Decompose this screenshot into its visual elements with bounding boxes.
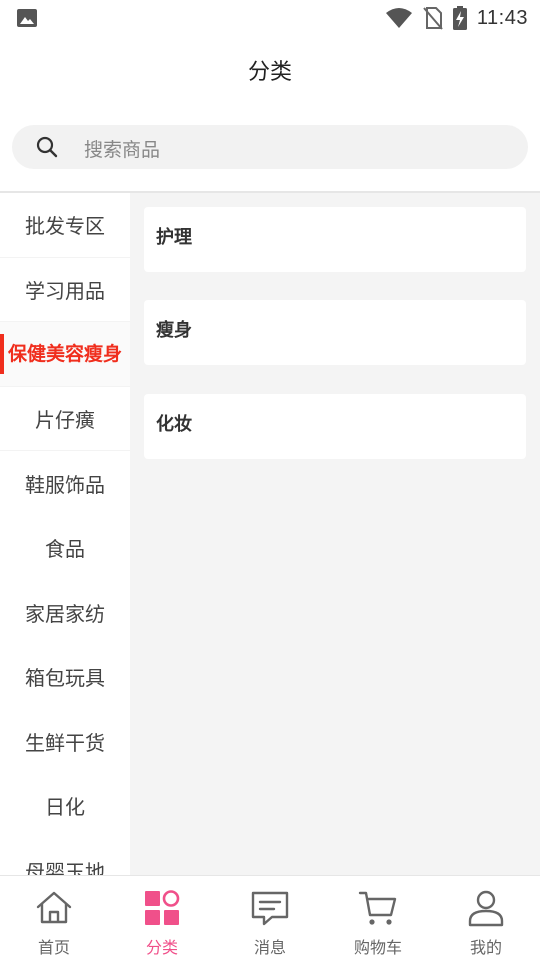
subcategory-label: 护理 (156, 227, 192, 248)
sidebar-item-wholesale[interactable]: 批发专区 (0, 193, 130, 258)
sidebar-item-fresh-dry-goods[interactable]: 生鲜干货 (0, 709, 130, 774)
subcategory-card-care[interactable]: 护理 (144, 207, 526, 272)
bottom-tab-bar: 首页 分类 消息 购物车 我的 (0, 875, 540, 960)
subcategory-label: 瘦身 (156, 320, 192, 341)
page-title: 分类 (247, 60, 292, 85)
wifi-icon (385, 8, 412, 28)
tab-messages-label: 消息 (253, 938, 286, 957)
tab-profile-label: 我的 (469, 938, 502, 957)
sidebar-item-apparel[interactable]: 鞋服饰品 (0, 451, 130, 516)
sidebar-item-bags-toys[interactable]: 箱包玩具 (0, 644, 130, 709)
status-time: 11:43 (476, 6, 528, 29)
subcategory-card-makeup[interactable]: 化妆 (144, 394, 526, 459)
cart-icon (358, 891, 397, 925)
tab-cart[interactable]: 购物车 (324, 876, 432, 960)
no-sim-icon (423, 7, 443, 30)
search-icon (36, 136, 58, 158)
tab-home[interactable]: 首页 (0, 876, 108, 960)
tab-cart-label: 购物车 (353, 938, 402, 957)
gallery-notification-icon (17, 9, 37, 27)
subcategory-label: 化妆 (156, 414, 192, 435)
tab-home-label: 首页 (37, 938, 70, 957)
tab-profile[interactable]: 我的 (432, 876, 540, 960)
category-icon (145, 890, 180, 925)
tab-category[interactable]: 分类 (108, 876, 216, 960)
category-sidebar[interactable]: 批发专区 学习用品 保健美容瘦身 片仔癀 鞋服饰品 食品 家居家纺 箱包玩具 生… (0, 193, 130, 875)
status-bar: 11:43 (0, 0, 540, 36)
sidebar-item-pianzaihuang[interactable]: 片仔癀 (0, 386, 130, 451)
tab-messages[interactable]: 消息 (216, 876, 324, 960)
sidebar-item-maternal-baby[interactable]: 母婴玉地 (0, 838, 130, 875)
sidebar-item-food[interactable]: 食品 (0, 515, 130, 580)
search-placeholder: 搜索商品 (84, 139, 161, 161)
message-icon (251, 891, 289, 926)
user-icon (468, 890, 504, 927)
tab-category-label: 分类 (145, 938, 178, 957)
home-icon (36, 891, 72, 924)
sidebar-item-home-textiles[interactable]: 家居家纺 (0, 580, 130, 645)
sidebar-item-health-beauty[interactable]: 保健美容瘦身 (0, 322, 130, 387)
sidebar-item-study-supplies[interactable]: 学习用品 (0, 257, 130, 322)
sidebar-item-daily-chemicals[interactable]: 日化 (0, 773, 130, 838)
search-bar[interactable]: 搜索商品 (12, 125, 528, 169)
subcategory-panel: 护理 瘦身 化妆 (130, 193, 540, 875)
battery-charging-icon (452, 6, 467, 30)
subcategory-card-slimming[interactable]: 瘦身 (144, 300, 526, 365)
